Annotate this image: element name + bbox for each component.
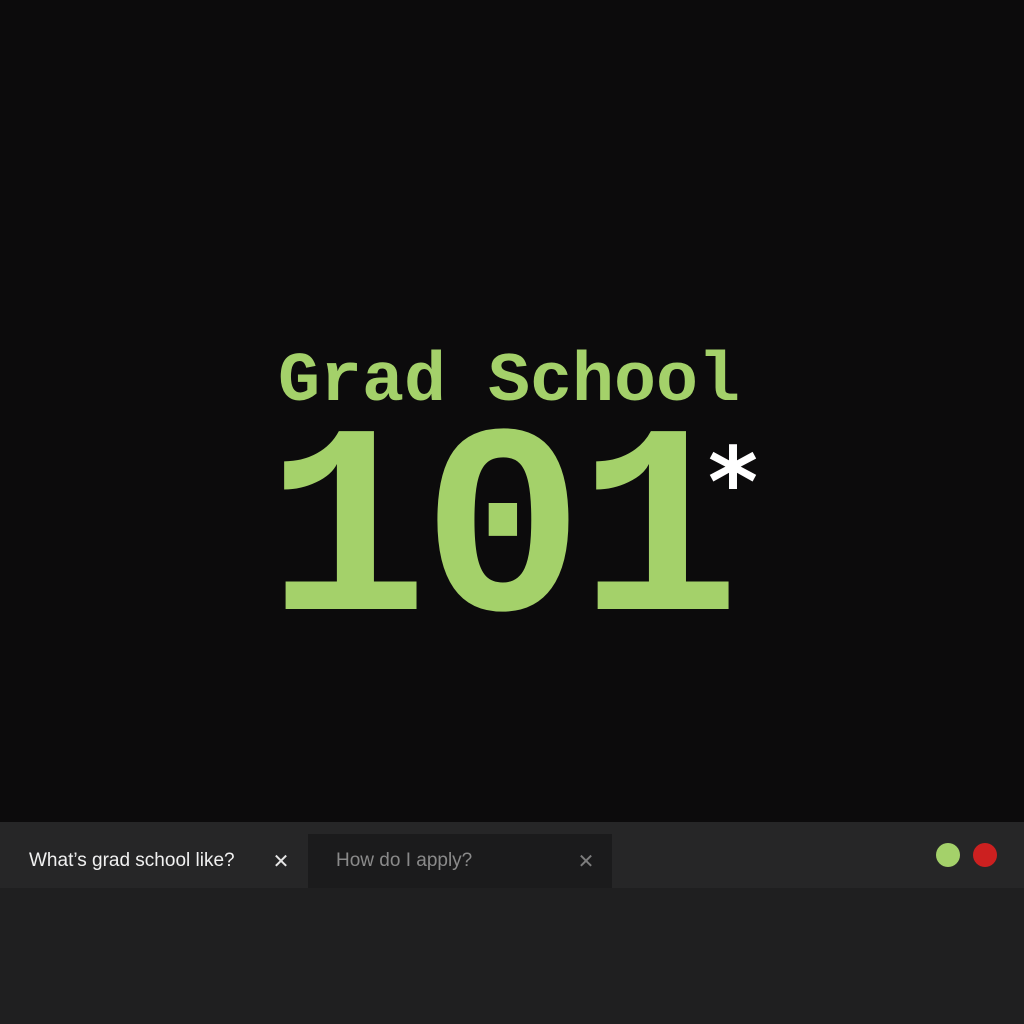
- tab-whats-grad-school-like[interactable]: What’s grad school like? ✕: [0, 834, 308, 888]
- hero-banner: Grad School 101 *: [0, 0, 1024, 822]
- page: Grad School 101 * What’s grad school lik…: [0, 0, 1024, 1024]
- tab-how-do-i-apply[interactable]: How do I apply? ✕: [308, 834, 612, 888]
- close-icon[interactable]: ✕: [574, 834, 598, 888]
- tab-bar: What’s grad school like? ✕ How do I appl…: [0, 822, 1024, 888]
- content-area: [0, 888, 1024, 1024]
- chat-panel: What’s grad school like? ✕ How do I appl…: [0, 822, 1024, 1024]
- tab-label: What’s grad school like?: [29, 850, 235, 871]
- green-dot-button[interactable]: [936, 843, 960, 867]
- asterisk-icon: *: [707, 427, 759, 539]
- hero-number: 101: [265, 385, 740, 691]
- tab-label: How do I apply?: [336, 850, 473, 871]
- red-dot-button[interactable]: [973, 843, 997, 867]
- close-icon[interactable]: ✕: [269, 834, 293, 888]
